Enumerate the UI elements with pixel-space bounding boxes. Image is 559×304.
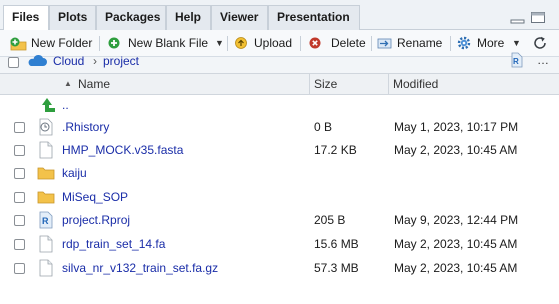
parent-dir-icon [42,98,55,112]
history-file-icon [39,118,53,136]
row-checkbox[interactable] [14,239,25,250]
tab-packages[interactable]: Packages [96,5,166,30]
toolbar-divider [99,36,100,51]
delete-label: Delete [331,36,366,50]
maximize-pane-icon[interactable] [530,11,546,23]
toolbar-divider [450,36,451,51]
tab-plots[interactable]: Plots [49,5,96,30]
file-modified: May 2, 2023, 10:45 AM [394,143,518,157]
row-checkbox[interactable] [14,263,25,274]
minimize-pane-icon[interactable] [510,13,526,25]
file-name-link[interactable]: kaiju [62,165,87,181]
file-name-link[interactable]: .. [62,97,69,113]
column-header-size[interactable]: Size [314,74,337,94]
file-icon [39,141,53,159]
column-divider [309,74,310,94]
rproj-icon[interactable]: R [509,52,523,68]
file-modified: May 2, 2023, 10:45 AM [394,261,518,275]
row-checkbox[interactable] [14,192,25,203]
delete-icon [309,37,321,49]
tab-files[interactable]: Files [3,5,49,31]
table-row: kaiju [0,162,559,185]
file-size: 17.2 KB [314,143,357,157]
svg-text:R: R [42,216,49,226]
new-folder-icon [10,37,27,51]
table-row: silva_nr_v132_train_set.fa.gz 57.3 MB Ma… [0,257,559,280]
table-row: .Rhistory 0 B May 1, 2023, 10:17 PM [0,116,559,139]
row-checkbox[interactable] [14,145,25,156]
refresh-icon [534,36,546,49]
sort-ascending-icon: ▲ [64,79,72,88]
chevron-down-icon: ▼ [215,38,224,48]
select-all-checkbox[interactable] [8,57,19,68]
new-folder-label: New Folder [31,36,93,50]
new-blank-file-button[interactable]: New Blank File ▼ [107,34,224,53]
file-name-link[interactable]: project.Rproj [62,212,130,228]
svg-text:R: R [513,57,519,66]
file-size: 0 B [314,120,333,134]
file-name-link[interactable]: HMP_MOCK.v35.fasta [62,142,183,158]
chevron-down-icon: ▼ [512,38,521,48]
row-checkbox[interactable] [14,122,25,133]
file-modified: May 9, 2023, 12:44 PM [394,213,519,227]
delete-button[interactable]: Delete [308,34,368,53]
file-name-link[interactable]: .Rhistory [62,119,109,135]
upload-icon [235,37,247,49]
table-row: HMP_MOCK.v35.fasta 17.2 KB May 2, 2023, … [0,139,559,162]
file-size: 205 B [314,213,346,227]
column-divider [388,74,389,94]
row-checkbox[interactable] [14,168,25,179]
toolbar-divider [371,36,372,51]
cloud-icon [28,54,47,66]
toolbar-divider [300,36,301,51]
new-blank-file-label: New Blank File [128,36,209,50]
file-name-link[interactable]: silva_nr_v132_train_set.fa.gz [62,260,218,276]
toolbar-divider [227,36,228,51]
breadcrumb-separator: › [93,54,97,68]
files-toolbar: New Folder New Blank File ▼ Upload Delet… [0,30,559,57]
table-row: MiSeq_SOP [0,186,559,209]
folder-icon [37,167,55,180]
new-folder-button[interactable]: New Folder [9,34,93,53]
file-icon [39,235,53,253]
rename-label: Rename [397,36,443,50]
pane-tab-bar: Files Plots Packages Help Viewer Present… [0,0,559,31]
vertical-scrollbar[interactable] [545,78,559,304]
column-header-name[interactable]: Name [78,74,110,94]
tab-viewer[interactable]: Viewer [211,5,268,30]
refresh-button[interactable] [533,34,553,53]
rename-button[interactable]: Rename [377,34,443,53]
rproj-icon: R [39,211,53,229]
table-row: rdp_train_set_14.fa 15.6 MB May 2, 2023,… [0,233,559,256]
tab-presentation[interactable]: Presentation [268,5,360,30]
more-label: More [477,36,505,50]
file-list-header: ▲ Name Size Modified [0,73,559,95]
rename-icon [377,38,392,49]
file-size: 15.6 MB [314,237,359,251]
table-row: R project.Rproj 205 B May 9, 2023, 12:44… [0,209,559,232]
breadcrumb-cloud[interactable]: Cloud [53,54,84,68]
ellipsis-icon[interactable]: … [537,53,549,67]
row-checkbox[interactable] [14,215,25,226]
folder-icon [37,191,55,204]
file-modified: May 1, 2023, 10:17 PM [394,120,519,134]
add-icon [108,37,120,49]
file-modified: May 2, 2023, 10:45 AM [394,237,518,251]
column-header-modified[interactable]: Modified [393,74,438,94]
upload-button[interactable]: Upload [234,34,294,53]
file-size: 57.3 MB [314,261,359,275]
file-icon [39,259,53,277]
breadcrumb-project[interactable]: project [103,54,139,68]
tab-help[interactable]: Help [166,5,211,30]
upload-label: Upload [254,36,293,50]
gear-icon [457,36,471,50]
list-item-parent-dir[interactable]: .. [0,94,559,117]
more-menu-button[interactable]: More ▼ [457,34,521,53]
file-name-link[interactable]: rdp_train_set_14.fa [62,236,165,252]
file-name-link[interactable]: MiSeq_SOP [62,189,128,205]
